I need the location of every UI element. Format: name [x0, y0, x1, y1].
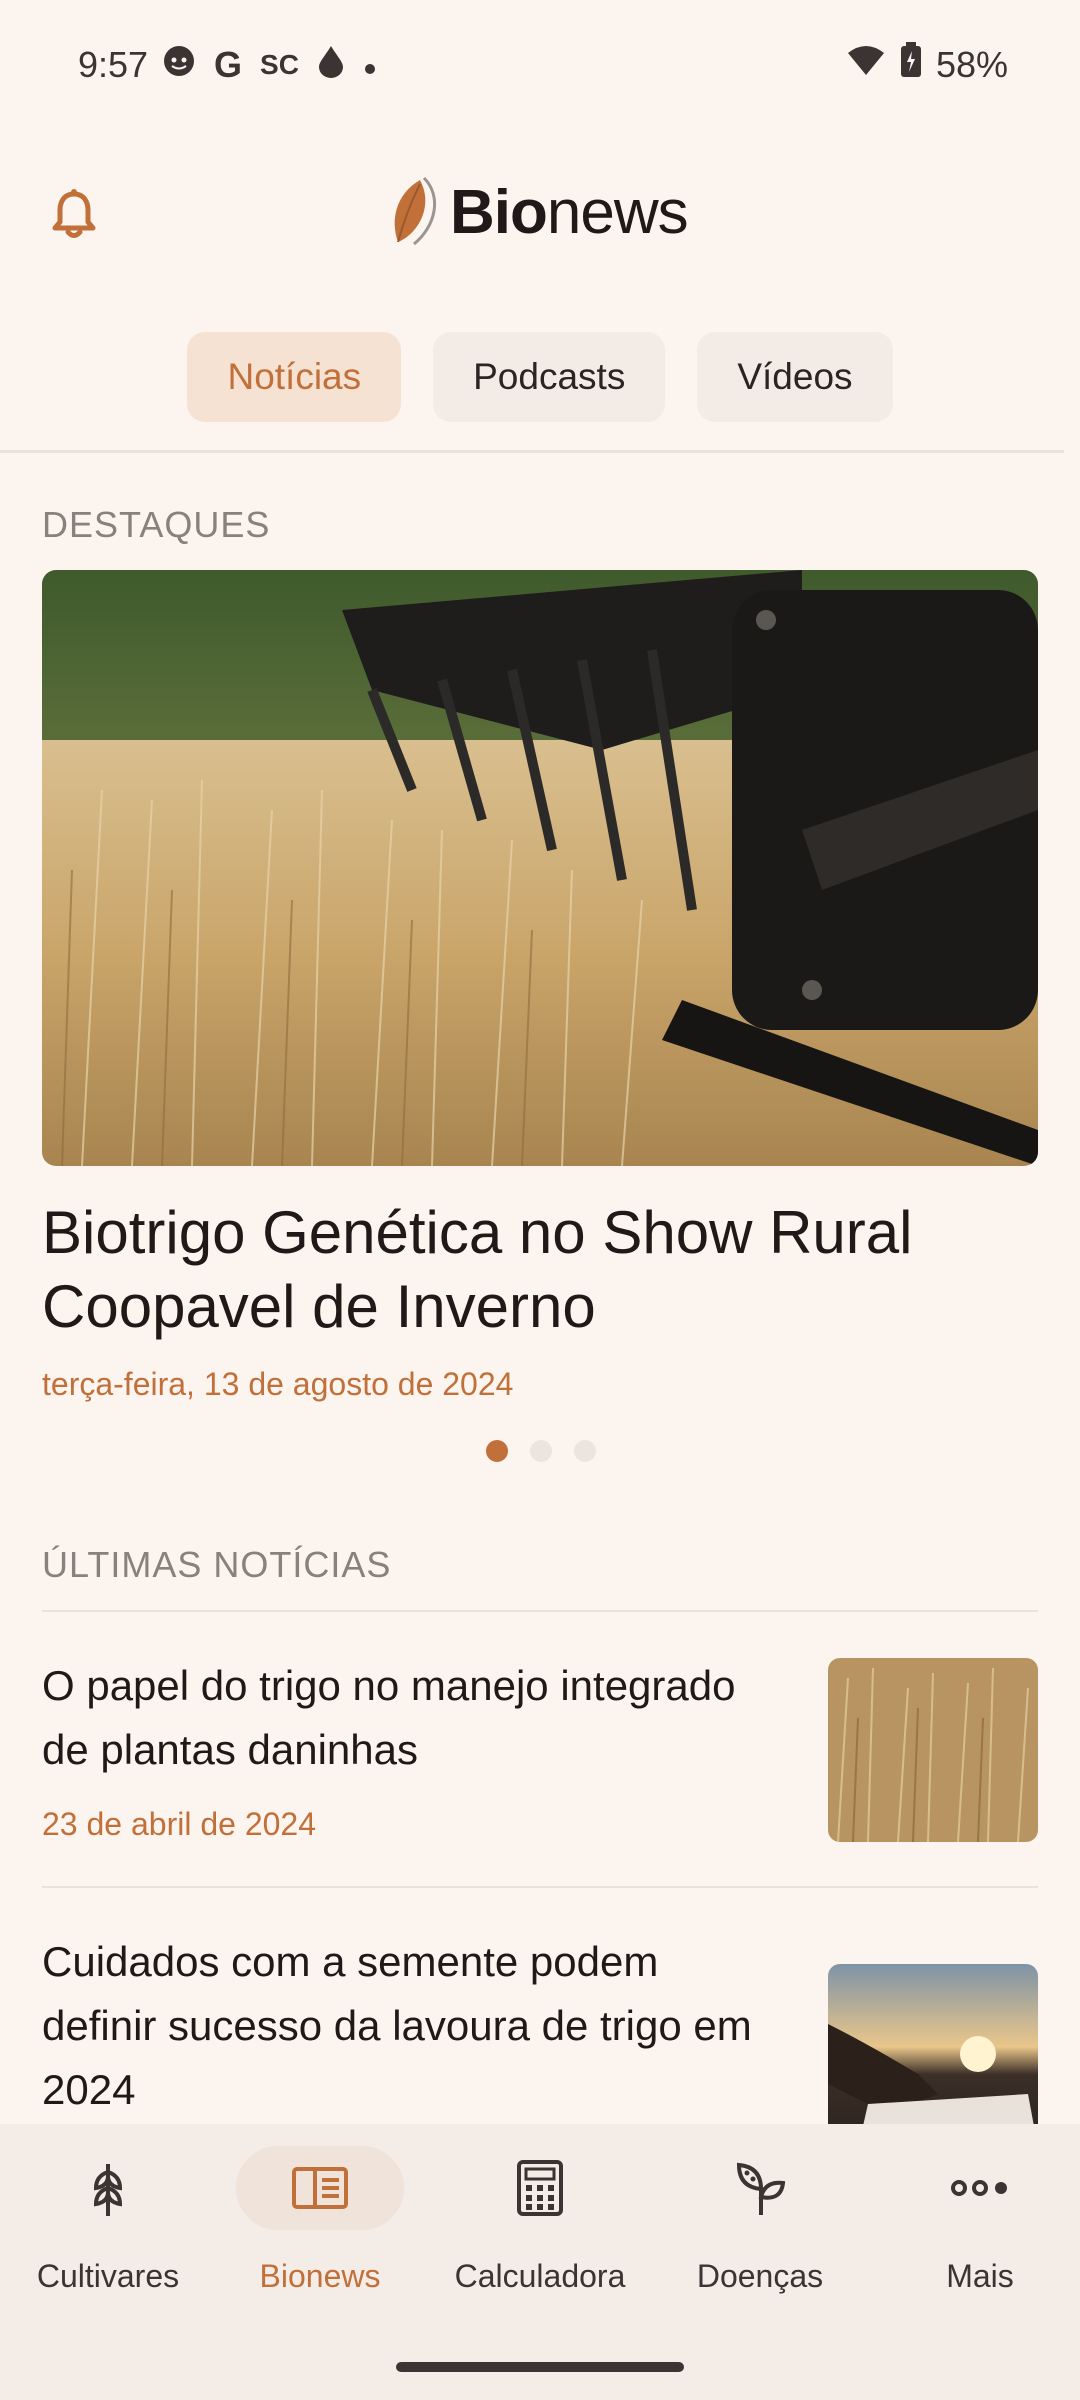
tab-noticias[interactable]: Notícias [187, 332, 402, 422]
news-item-thumbnail[interactable] [828, 1658, 1038, 1842]
dot-icon [363, 47, 377, 84]
notifications-bell-icon[interactable] [46, 186, 102, 242]
status-bar: 9:57 G SC 58% [0, 0, 1080, 132]
list-divider [42, 1886, 1038, 1888]
carousel-indicator[interactable] [486, 1440, 596, 1462]
wheat-icon [93, 2164, 123, 2216]
carousel-dot-2[interactable] [530, 1440, 552, 1462]
nav-label: Doenças [696, 2258, 824, 2294]
list-divider [42, 1610, 1038, 1612]
content-tabs: Notícias Podcasts Vídeos [0, 332, 1080, 422]
highlight-title[interactable]: Biotrigo Genética no Show Rural Coopavel… [42, 1196, 942, 1344]
nav-label: Calculadora [454, 2258, 626, 2294]
sc-icon: SC [260, 49, 299, 80]
news-item-title[interactable]: Cuidados com a semente podem definir suc… [42, 1930, 762, 2122]
more-icon [951, 2180, 1007, 2196]
plant-disease-icon [736, 2162, 786, 2215]
news-item-thumbnail[interactable] [828, 1964, 1038, 2148]
leaf-logo-icon [394, 176, 437, 246]
carousel-dot-3[interactable] [574, 1440, 596, 1462]
highlight-date: terça-feira, 13 de agosto de 2024 [42, 1366, 514, 1402]
home-indicator[interactable] [396, 2362, 684, 2372]
nav-item-calculadora[interactable]: Calculadora [432, 2124, 648, 2354]
news-icon [292, 2167, 348, 2209]
notification-icons: G SC [162, 44, 377, 86]
nav-label: Mais [946, 2258, 1014, 2294]
status-time: 9:57 [78, 44, 149, 85]
latest-news-label: ÚLTIMAS NOTÍCIAS [42, 1544, 392, 1585]
nav-label: Cultivares [36, 2258, 180, 2294]
bottom-navigation: Cultivares Bionews Calculadora Doenças M… [0, 2124, 1080, 2400]
tabs-divider [0, 450, 1064, 453]
battery-icon [900, 42, 922, 87]
nav-item-cultivares[interactable]: Cultivares [0, 2124, 216, 2354]
brand-name: Bionews [450, 177, 689, 247]
drop-icon [317, 44, 345, 86]
tab-podcasts[interactable]: Podcasts [433, 332, 666, 422]
wifi-icon [846, 44, 886, 86]
google-icon: G [214, 44, 243, 85]
news-item-title[interactable]: O papel do trigo no manejo integrado de … [42, 1654, 762, 1782]
brand-logo: Bionews [384, 176, 689, 248]
nav-item-bionews[interactable]: Bionews [212, 2124, 428, 2354]
battery-percent: 58% [935, 43, 1008, 85]
news-item-date: 23 de abril de 2024 [42, 1806, 316, 1842]
carousel-dot-1[interactable] [486, 1440, 508, 1462]
status-right: 58% [846, 42, 1008, 87]
highlight-image[interactable] [42, 570, 1038, 1166]
nav-item-doencas[interactable]: Doenças [652, 2124, 868, 2354]
face-icon [162, 44, 196, 86]
calculator-icon [517, 2160, 563, 2216]
highlights-label: DESTAQUES [42, 504, 271, 545]
nav-label: Bionews [259, 2258, 381, 2294]
nav-item-mais[interactable]: Mais [872, 2124, 1080, 2354]
tab-videos[interactable]: Vídeos [697, 332, 893, 422]
